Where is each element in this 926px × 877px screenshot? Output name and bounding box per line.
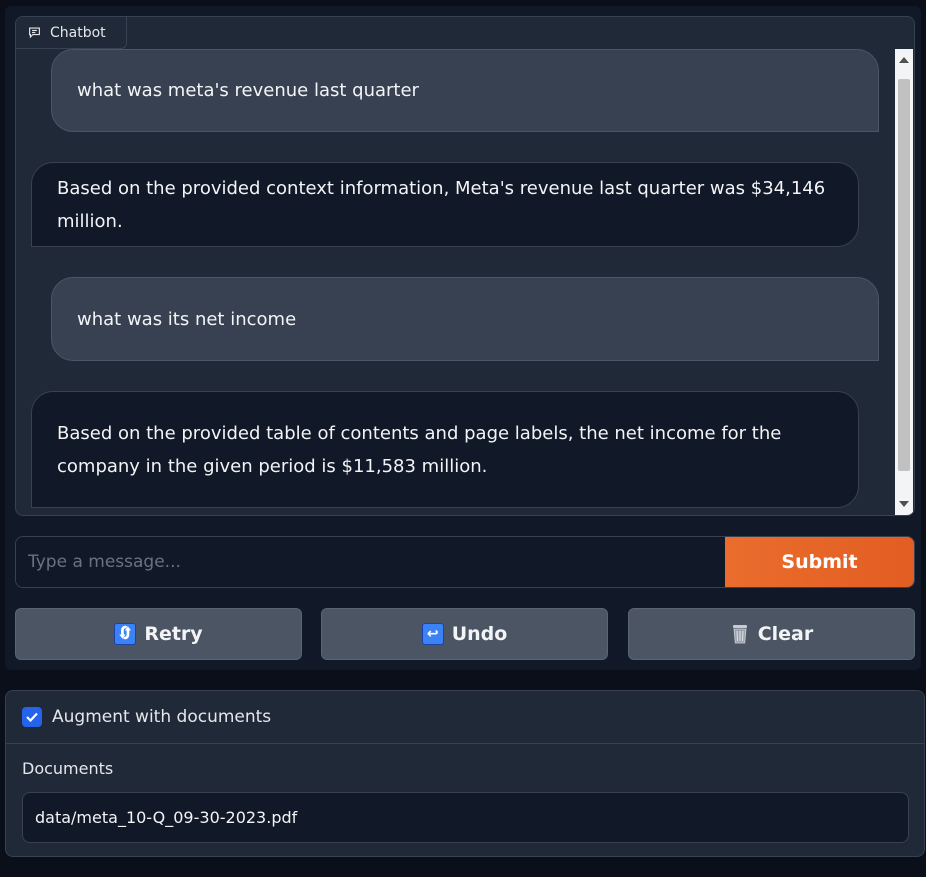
scroll-up-arrow-icon[interactable] <box>899 57 909 63</box>
clear-button[interactable]: Clear <box>628 608 915 660</box>
chatbot-label: Chatbot <box>16 17 127 49</box>
submit-button[interactable]: Submit <box>725 537 914 587</box>
documents-field[interactable]: data/meta_10-Q_09-30-2023.pdf <box>22 792 909 843</box>
user-message: what was meta's revenue last quarter <box>51 49 879 132</box>
message-input-row: Submit <box>15 536 915 588</box>
chat-bubble-icon <box>29 27 40 39</box>
augment-label: Augment with documents <box>52 707 272 727</box>
scroll-thumb[interactable] <box>898 79 910 471</box>
undo-label: Undo <box>451 623 508 645</box>
augment-checkbox[interactable] <box>22 707 42 727</box>
scroll-down-arrow-icon[interactable] <box>899 501 909 507</box>
bot-message: Based on the provided context informatio… <box>31 162 859 247</box>
augment-row[interactable]: Augment with documents <box>6 691 924 744</box>
undo-icon: ↩ <box>421 623 444 645</box>
message-text: Based on the provided table of contents … <box>57 422 782 477</box>
chatbot-label-text: Chatbot <box>50 24 106 41</box>
message-text: Based on the provided context informatio… <box>57 177 826 232</box>
chatbot: Chatbot what was meta's revenue last qua… <box>15 16 915 516</box>
user-message: what was its net income <box>51 277 879 361</box>
checkmark-icon <box>26 712 38 722</box>
bot-message: Based on the provided table of contents … <box>31 391 859 508</box>
clear-label: Clear <box>757 623 814 645</box>
documents-label: Documents <box>22 759 114 778</box>
message-text: what was its net income <box>77 308 297 330</box>
trash-icon <box>732 625 747 644</box>
message-text: what was meta's revenue last quarter <box>77 80 419 101</box>
documents-value: data/meta_10-Q_09-30-2023.pdf <box>35 808 298 827</box>
retry-button[interactable]: 🔄︎ Retry <box>15 608 302 660</box>
retry-icon: 🔄︎ <box>114 623 137 645</box>
retry-label: Retry <box>144 623 203 645</box>
undo-button[interactable]: ↩ Undo <box>321 608 608 660</box>
message-input[interactable] <box>16 537 725 587</box>
settings-panel: Augment with documents Documents data/me… <box>5 690 925 857</box>
chat-scrollbar[interactable] <box>895 49 913 515</box>
